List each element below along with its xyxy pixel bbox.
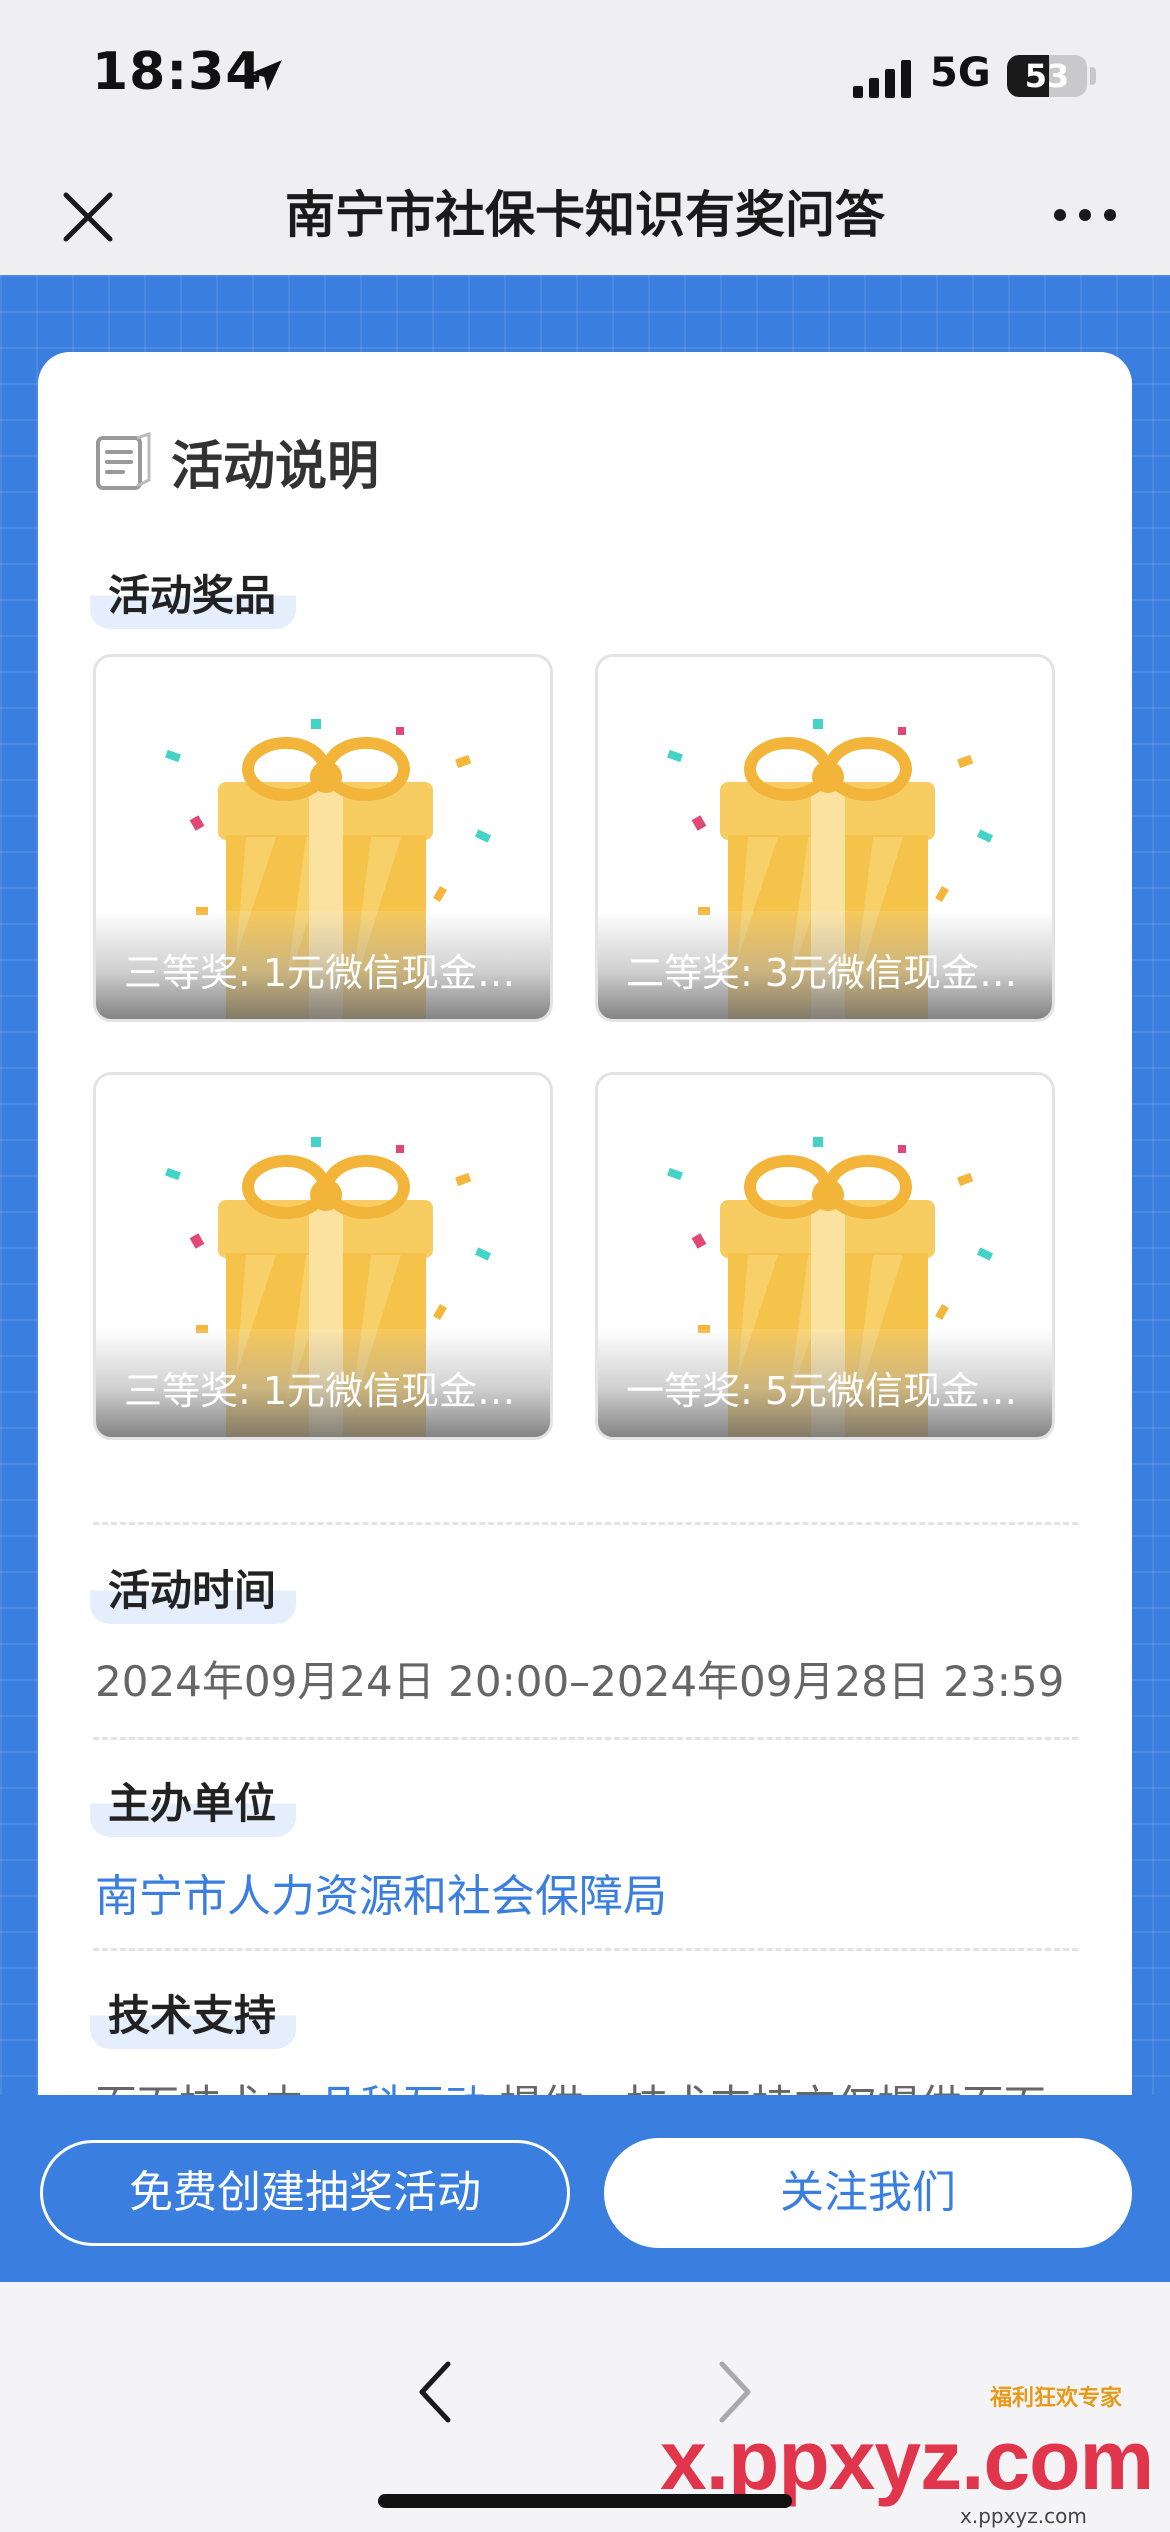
status-bar: 18:34 5G 53 xyxy=(0,0,1170,155)
create-lottery-button[interactable]: 免费创建抽奖活动 xyxy=(40,2140,570,2246)
prize-label: 二等奖: 3元微信现金红包 xyxy=(626,951,1026,995)
battery-icon: 53 xyxy=(1007,55,1087,97)
watermark-url: x.ppxyz.com xyxy=(960,2504,1087,2528)
document-icon xyxy=(96,431,151,490)
organizer-link[interactable]: 南宁市人力资源和社会保障局 xyxy=(95,1860,667,1924)
prize-label: 三等奖: 1元微信现金红包 xyxy=(124,1369,524,1413)
prizes-section-label: 活动奖品 xyxy=(90,562,297,629)
card-title: 活动说明 xyxy=(171,437,380,497)
divider xyxy=(93,1522,1078,1525)
page-title: 南宁市社保卡知识有奖问答 xyxy=(285,186,885,244)
prize-card[interactable]: 三等奖: 1元微信现金红包 xyxy=(93,654,553,1022)
prize-label: 三等奖: 1元微信现金红包 xyxy=(124,951,524,995)
status-time: 18:34 xyxy=(92,42,263,102)
chevron-left-icon[interactable] xyxy=(400,2352,470,2432)
divider xyxy=(93,1948,1078,1951)
location-arrow-icon xyxy=(250,60,282,91)
tech-section-label: 技术支持 xyxy=(90,1982,297,2049)
activity-card: 活动说明 活动奖品 三等奖: 1元微信现金红包 二等奖: 3元微信现金红包 三等… xyxy=(38,352,1132,2152)
prize-label: 一等奖: 5元微信现金红包 xyxy=(626,1369,1026,1413)
time-section-label: 活动时间 xyxy=(90,1557,297,1624)
nav-bar: 南宁市社保卡知识有奖问答 xyxy=(0,155,1170,275)
cellular-signal-icon xyxy=(853,60,911,98)
prize-card[interactable]: 三等奖: 1元微信现金红包 xyxy=(93,1072,553,1440)
organizer-section-label: 主办单位 xyxy=(90,1770,297,1837)
battery-tip xyxy=(1090,67,1096,85)
divider xyxy=(93,1737,1078,1740)
prize-card[interactable]: 二等奖: 3元微信现金红包 xyxy=(595,654,1055,1022)
follow-us-button[interactable]: 关注我们 xyxy=(604,2138,1132,2248)
watermark-tagline: 福利狂欢专家 xyxy=(990,2386,1123,2411)
more-dots-icon[interactable] xyxy=(1040,185,1130,245)
network-type: 5G xyxy=(930,50,991,96)
browser-toolbar: 福利狂欢专家 x.ppxyz.com x.ppxyz.com xyxy=(0,2282,1170,2532)
home-indicator xyxy=(378,2494,792,2508)
prize-card[interactable]: 一等奖: 5元微信现金红包 xyxy=(595,1072,1055,1440)
close-icon[interactable] xyxy=(48,177,128,257)
action-bar: 免费创建抽奖活动 关注我们 xyxy=(0,2095,1170,2282)
activity-time-value: 2024年09月24日 20:00–2024年09月28日 23:59 xyxy=(95,1657,1065,1706)
battery-level: 53 xyxy=(1024,57,1070,95)
